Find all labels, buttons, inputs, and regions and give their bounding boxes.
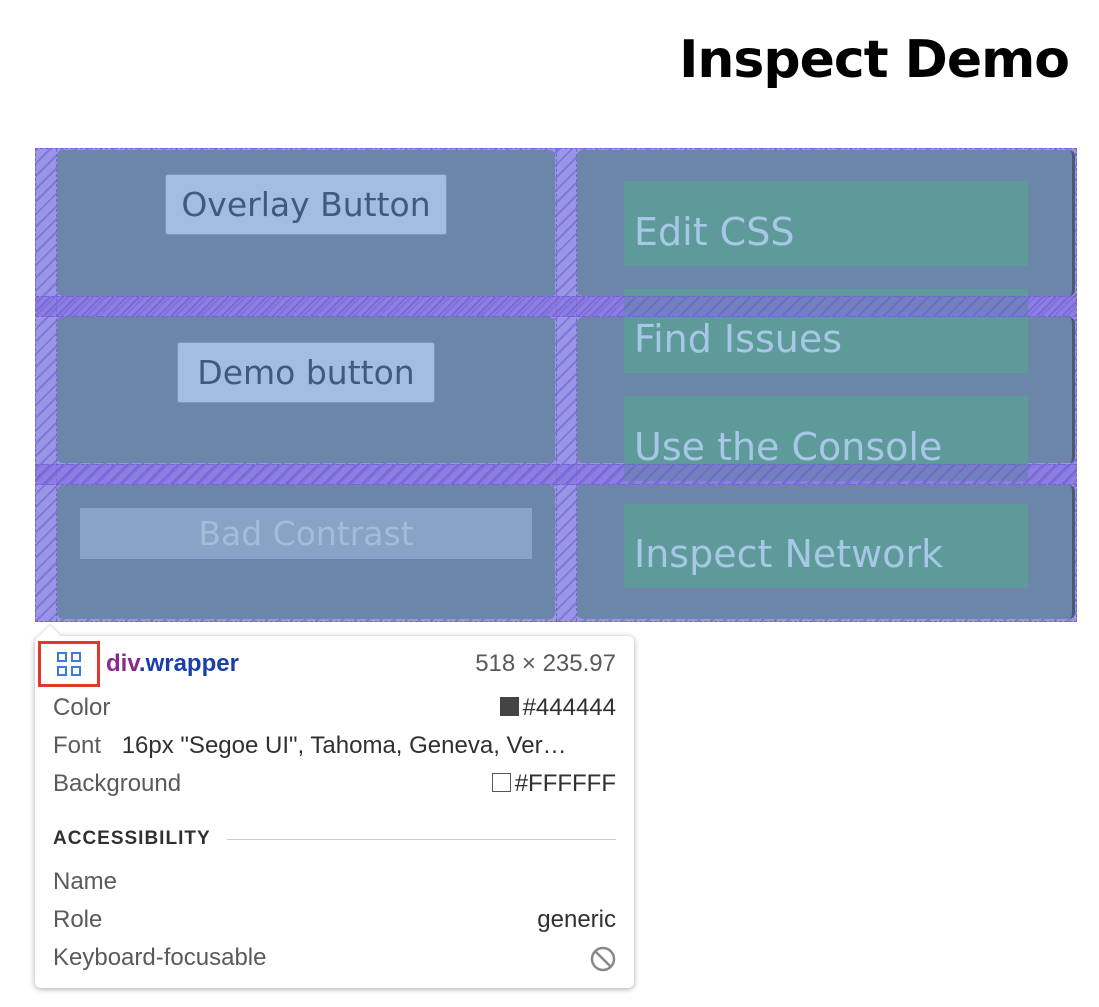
grid-wrapper-overlay[interactable]: Overlay Button Demo button Bad Contrast …	[35, 148, 1077, 622]
keyboard-label: Keyboard-focusable	[53, 944, 267, 971]
row-gap-band	[36, 296, 1076, 317]
demo-button[interactable]: Demo button	[177, 342, 435, 403]
selector-tag: div	[106, 650, 139, 677]
font-label: Font	[53, 732, 102, 759]
background-label: Background	[53, 770, 182, 797]
inspect-tooltip: div.wrapper 518 × 235.97 Color #444444 F…	[35, 625, 634, 988]
bad-contrast-button[interactable]: Bad Contrast	[80, 508, 532, 559]
font-row: Font 16px "Segoe UI", Tahoma, Geneva, Ve…	[53, 732, 616, 760]
not-allowed-icon	[590, 946, 616, 972]
page-title: Inspect Demo	[679, 30, 1070, 90]
grid-layout-icon	[57, 652, 81, 676]
background-value: #FFFFFF	[514, 770, 616, 797]
element-size: 518 × 235.97	[475, 650, 616, 677]
row-gap-band	[36, 464, 1076, 485]
role-value: generic	[537, 906, 616, 933]
color-label: Color	[53, 694, 111, 721]
overlay-button[interactable]: Overlay Button	[165, 174, 447, 235]
tooltip-header: div.wrapper 518 × 235.97	[106, 650, 616, 678]
grid-gap-line	[576, 149, 577, 621]
role-label: Role	[53, 906, 103, 933]
background-row: Background #FFFFFF	[53, 770, 616, 798]
color-swatch	[499, 697, 519, 716]
grid-gap-line	[556, 149, 557, 621]
selector-class: .wrapper	[138, 650, 239, 677]
color-value: #444444	[522, 694, 616, 721]
role-row: Role generic	[53, 906, 616, 934]
accessibility-heading: ACCESSIBILITY	[53, 828, 616, 850]
section-divider	[226, 838, 616, 840]
inspect-network-link[interactable]: Inspect Network	[624, 504, 1028, 588]
name-label: Name	[53, 868, 118, 895]
grid-badge-highlight[interactable]	[38, 641, 100, 687]
name-row: Name	[53, 868, 616, 896]
font-value: 16px "Segoe UI", Tahoma, Geneva, Ver…	[121, 732, 567, 759]
keyboard-row: Keyboard-focusable	[53, 944, 616, 972]
background-swatch	[491, 773, 511, 792]
grid-gap-line	[56, 149, 57, 621]
edit-css-link[interactable]: Edit CSS	[624, 181, 1028, 266]
color-row: Color #444444	[53, 694, 616, 722]
